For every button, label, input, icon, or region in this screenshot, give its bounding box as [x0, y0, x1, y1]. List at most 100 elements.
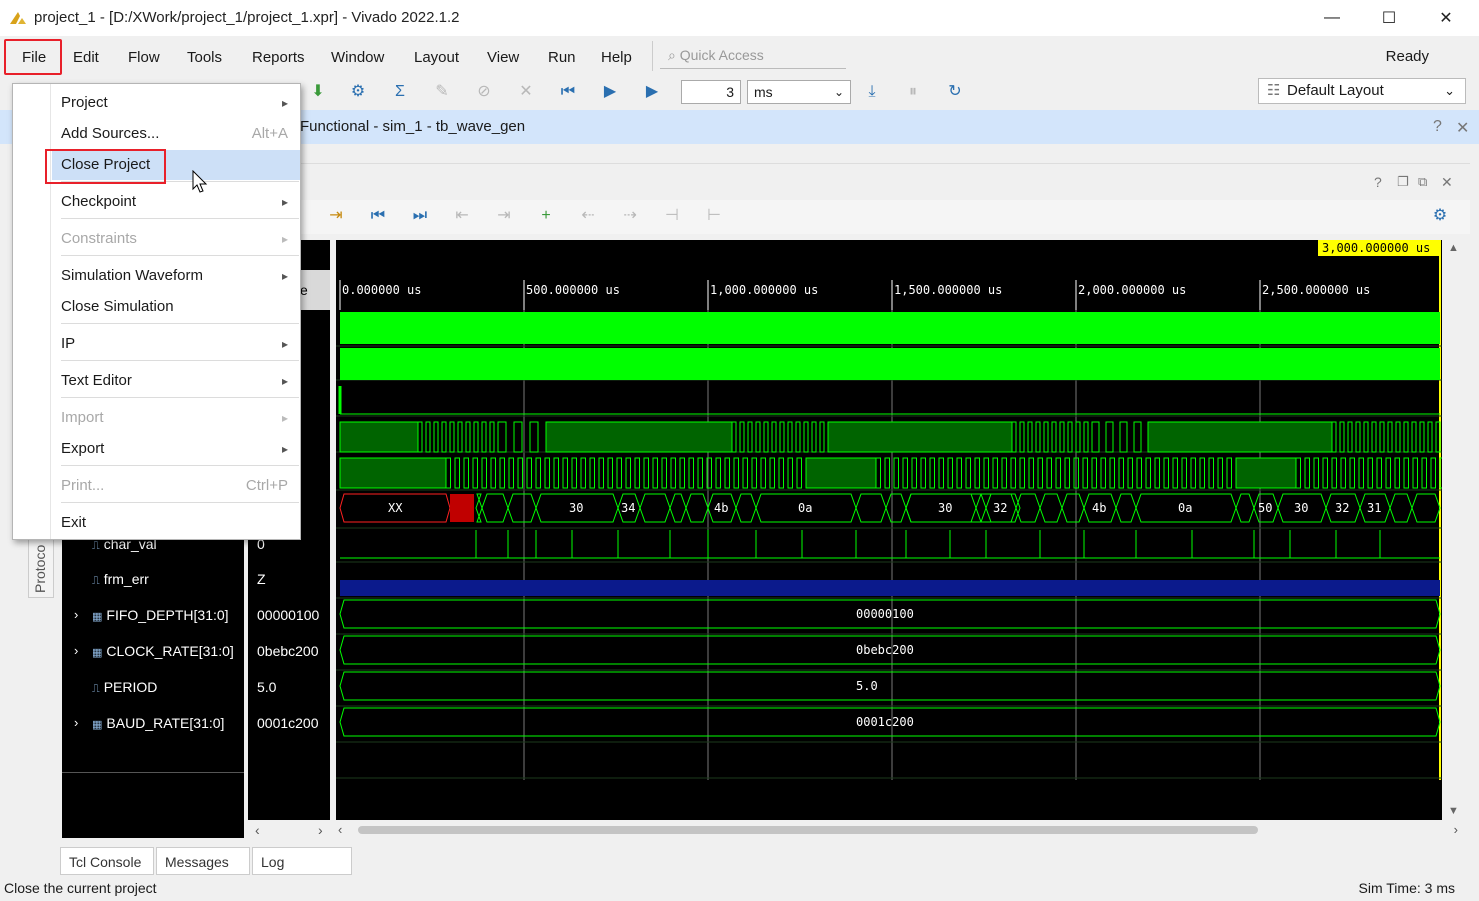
protocol-side-tab[interactable]: Protoco	[28, 536, 54, 598]
add-marker-plus-icon[interactable]: +	[536, 206, 556, 226]
tx-data-pulse	[1133, 421, 1142, 453]
menu-item-close-simulation[interactable]: Close Simulation	[52, 292, 300, 322]
disabled-tool-icon: ✎	[435, 83, 449, 100]
menu-item-simulation-waveform[interactable]: Simulation Waveform ▸	[52, 261, 300, 291]
rx-data-pulse	[1412, 457, 1418, 489]
go-to-start-icon[interactable]: ⏮	[368, 206, 388, 226]
scroll-right-icon[interactable]: ›	[318, 822, 323, 838]
scroll-up-icon[interactable]: ▲	[1448, 242, 1459, 254]
signal-row-name[interactable]: › ▦ FIFO_DEPTH[31:0]	[62, 606, 244, 626]
rx-data-pulse	[1421, 457, 1427, 489]
tx-data-pulse	[795, 421, 801, 453]
menu-item-checkpoint[interactable]: Checkpoint ▸	[52, 187, 300, 217]
run-all-icon[interactable]: ▶	[600, 82, 620, 102]
menu-view[interactable]: View	[487, 49, 519, 66]
close-icon[interactable]: ✕	[1456, 118, 1469, 138]
rx-data-block	[1235, 457, 1297, 489]
menu-item-constraints: Constraints ▸	[52, 224, 300, 254]
run-for-icon[interactable]: ▶	[642, 82, 662, 102]
float-icon[interactable]: ⧉	[1418, 174, 1427, 190]
settings-icon[interactable]: ⚙	[348, 82, 368, 102]
time-unit-select[interactable]: ms ⌄	[747, 80, 851, 104]
download-icon[interactable]: ⬇	[308, 82, 328, 102]
minimize-button[interactable]: —	[1309, 0, 1355, 36]
menu-item-label: Export	[61, 440, 105, 457]
expand-chevron-icon[interactable]: ›	[74, 607, 78, 622]
scroll-right-icon[interactable]: ›	[1454, 822, 1458, 837]
tx-data-pulse	[481, 421, 487, 453]
tx-data-pulse	[763, 421, 769, 453]
layout-select[interactable]: ☷ Default Layout ⌄	[1258, 78, 1466, 104]
simulation-title: Functional - sim_1 - tb_wave_gen	[300, 118, 526, 135]
status-bar: Close the current project Sim Time: 3 ms	[0, 876, 1479, 901]
expand-chevron-icon[interactable]: ›	[74, 715, 78, 730]
help-icon[interactable]: ?	[1433, 118, 1442, 136]
waveform-canvas[interactable]: 0.000000 us 500.000000 us 1,000.000000 us 1…	[336, 240, 1442, 820]
rx-data-pulse	[1163, 457, 1169, 489]
rx-data-pulse	[1091, 457, 1097, 489]
gear-icon[interactable]: ⚙	[1430, 206, 1450, 226]
rx-data-pulse	[974, 457, 980, 489]
tx-data-pulse	[1059, 421, 1065, 453]
tab-messages[interactable]: Messages	[156, 847, 250, 875]
scroll-left-icon[interactable]: ‹	[255, 822, 260, 838]
go-to-end-icon[interactable]: ⏭	[410, 206, 430, 226]
rx-data-pulse	[688, 457, 694, 489]
menu-item-project[interactable]: Project ▸	[52, 88, 300, 118]
submenu-arrow-icon: ▸	[281, 195, 288, 209]
clock-wave-2	[340, 348, 1440, 380]
tab-tcl-console[interactable]: Tcl Console	[60, 847, 154, 875]
menu-run[interactable]: Run	[548, 49, 576, 66]
quick-access-search[interactable]: ⌕ Quick Access	[660, 45, 846, 69]
tx-data-pulse	[811, 421, 817, 453]
expand-chevron-icon[interactable]: ›	[74, 643, 78, 658]
frm-err-highz	[340, 580, 1440, 596]
menu-file[interactable]: File	[22, 49, 46, 66]
rx-data-pulse	[893, 457, 899, 489]
restore-icon[interactable]: ❐	[1397, 174, 1409, 190]
menu-item-ip[interactable]: IP ▸	[52, 329, 300, 359]
menu-item-exit[interactable]: Exit	[52, 508, 300, 538]
menu-layout[interactable]: Layout	[414, 49, 459, 66]
add-marker-icon[interactable]: ⇥	[326, 206, 346, 226]
signal-row-name[interactable]: ⎍ PERIOD	[62, 678, 244, 698]
close-icon[interactable]: ✕	[1441, 174, 1453, 191]
restart-icon[interactable]: ⏮	[558, 82, 578, 102]
menu-tools[interactable]: Tools	[187, 49, 222, 66]
menu-window[interactable]: Window	[331, 49, 384, 66]
scroll-thumb[interactable]	[358, 826, 1258, 834]
menu-flow[interactable]: Flow	[128, 49, 160, 66]
signal-row-name[interactable]: › ▦ CLOCK_RATE[31:0]	[62, 642, 244, 662]
menu-reports[interactable]: Reports	[252, 49, 305, 66]
step-icon[interactable]: ⤓	[862, 82, 882, 102]
rx-data-pulse	[1340, 457, 1346, 489]
scroll-left-icon[interactable]: ‹	[338, 822, 342, 837]
sigma-icon[interactable]: Σ	[390, 82, 410, 102]
menu-item-text-editor[interactable]: Text Editor ▸	[52, 366, 300, 396]
scroll-down-icon[interactable]: ▼	[1448, 805, 1459, 817]
bus-label: 0a	[798, 501, 812, 515]
vertical-scrollbar[interactable]: ▲ ▼	[1444, 240, 1462, 820]
rx-data-pulse	[1046, 457, 1052, 489]
horizontal-scrollbar[interactable]: ‹ ›	[336, 822, 1462, 838]
run-time-input[interactable]: 3	[681, 80, 741, 104]
tx-data-pulse	[1379, 421, 1385, 453]
help-icon[interactable]: ?	[1374, 174, 1382, 190]
maximize-button[interactable]: ☐	[1366, 0, 1412, 36]
menu-edit[interactable]: Edit	[73, 49, 99, 66]
tab-log[interactable]: Log	[252, 847, 352, 875]
tx-data-pulse	[1411, 421, 1417, 453]
menu-separator	[61, 465, 299, 466]
rx-data-pulse	[643, 457, 649, 489]
signal-row-name[interactable]: ⎍ frm_err	[62, 570, 244, 590]
close-window-button[interactable]: ✕	[1423, 0, 1469, 36]
signal-row-name[interactable]: › ▦ BAUD_RATE[31:0]	[62, 714, 244, 734]
rx-data-pulse	[733, 457, 739, 489]
wave-toolbar: ⇥ ⏮ ⏭ ⇤ ⇥ + ⇠ ⇢ ⊣ ⊢ ⚙	[300, 200, 1470, 234]
menu-item-export[interactable]: Export ▸	[52, 434, 300, 464]
relaunch-icon[interactable]: ↻	[945, 82, 965, 102]
bus-segment	[1115, 493, 1137, 523]
menu-item-add-sources[interactable]: Add Sources... Alt+A	[52, 119, 300, 149]
tx-data-pulse	[449, 421, 455, 453]
menu-help[interactable]: Help	[601, 49, 632, 66]
